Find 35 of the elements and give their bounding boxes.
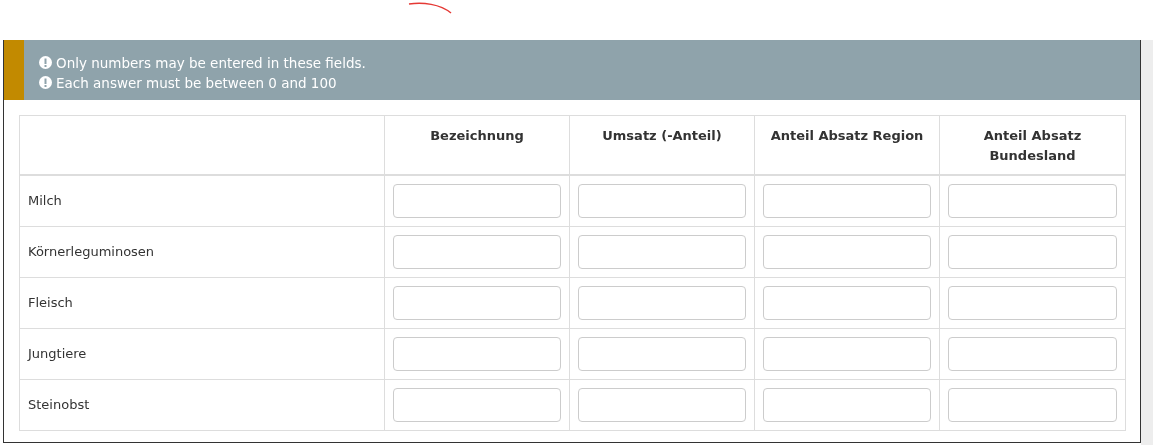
input-field[interactable] [763,387,931,422]
input-field[interactable] [763,285,931,320]
column-header: Anteil Absatz Region [770,128,924,143]
input-field[interactable] [948,336,1117,371]
input-field[interactable] [578,387,746,422]
input-field[interactable] [948,234,1117,269]
row-label: Fleisch [28,294,73,310]
column-header: Bezeichnung [430,128,524,143]
row-label: Jungtiere [28,345,87,361]
input-field[interactable] [393,387,561,422]
input-field[interactable] [578,234,746,269]
column-header: Anteil Absatz Bundesland [983,128,1082,163]
input-field[interactable] [393,183,561,218]
notice-text: Only numbers may be entered in these fields. [56,53,366,73]
row-label: Körnerleguminosen [28,243,155,259]
input-field[interactable] [948,183,1117,218]
input-field[interactable] [393,336,561,371]
input-field[interactable] [393,285,561,320]
input-field[interactable] [763,183,931,218]
input-field[interactable] [948,387,1117,422]
column-header: Umsatz (-Anteil) [602,128,722,143]
notice-text: Each answer must be between 0 and 100 [56,73,337,93]
pen-stroke [408,2,454,15]
input-field[interactable] [948,285,1117,320]
input-field[interactable] [763,234,931,269]
input-field[interactable] [578,183,746,218]
row-label: Milch [28,193,62,208]
row-label: Steinobst [28,396,90,412]
accent-stripe [4,40,24,100]
input-field[interactable] [578,285,746,320]
exclamation-icon [39,56,52,69]
input-field[interactable] [763,336,931,371]
exclamation-icon [39,76,52,89]
input-field[interactable] [393,234,561,269]
input-field[interactable] [578,336,746,371]
